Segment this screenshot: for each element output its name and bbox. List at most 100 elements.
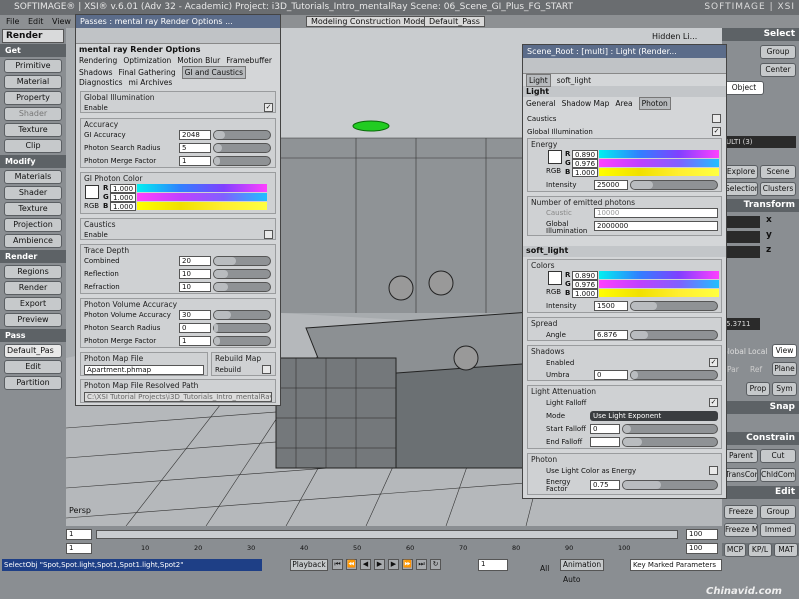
ref-button[interactable]: Ref — [750, 365, 762, 374]
immed-button[interactable]: Immed — [760, 523, 796, 537]
energy-factor-field[interactable]: 0.75 — [590, 480, 620, 490]
loop-icon[interactable]: ↻ — [430, 559, 441, 570]
energy-b-field[interactable]: 1.000 — [572, 168, 598, 177]
gi-photon-color-swatch[interactable] — [85, 185, 99, 199]
gi-photon-r-slider[interactable] — [137, 184, 267, 192]
render-render-button[interactable]: Render — [4, 281, 62, 295]
frame-field[interactable]: 1 — [478, 559, 508, 571]
tab-diagnostics[interactable]: Diagnostics — [79, 77, 123, 88]
next-frame-icon[interactable]: ▶ — [388, 559, 399, 570]
tab-soft-light[interactable]: soft_light — [557, 75, 591, 86]
command-line[interactable]: SelectObj "Spot,Spot.light,Spot1,Spot1.l… — [2, 559, 262, 571]
soft-r-field[interactable]: 0.890 — [572, 271, 598, 280]
soft-color-swatch[interactable] — [548, 271, 562, 285]
menu-file[interactable]: File — [6, 15, 19, 28]
caustic-count-field[interactable]: 10000 — [594, 208, 718, 218]
pva-merge-factor-slider[interactable] — [213, 336, 271, 346]
soft-intensity-field[interactable]: 1500 — [594, 301, 628, 311]
playback-menu[interactable]: Playback — [290, 559, 328, 571]
camera-label[interactable]: Persp — [69, 506, 91, 515]
selection-button[interactable]: Selection — [724, 182, 758, 196]
pass-edit-button[interactable]: Edit — [4, 360, 62, 374]
tab-framebuffer[interactable]: Framebuffer — [226, 55, 272, 66]
freeze-m-button[interactable]: Freeze M — [724, 523, 758, 537]
scale-x-field[interactable] — [724, 216, 760, 228]
reflection-slider[interactable] — [213, 269, 271, 279]
reflection-field[interactable]: 10 — [179, 269, 211, 279]
energy-g-field[interactable]: 0.976 — [572, 159, 598, 168]
rebuild-checkbox[interactable] — [262, 365, 271, 374]
tab-rendering[interactable]: Rendering — [79, 55, 117, 66]
tab-area[interactable]: Area — [615, 98, 632, 109]
gi-accuracy-slider[interactable] — [213, 130, 271, 140]
mat-button[interactable]: MAT — [774, 543, 798, 557]
gi-photon-g-slider[interactable] — [137, 193, 267, 201]
get-clip-button[interactable]: Clip — [4, 139, 62, 153]
par-button[interactable]: Par — [727, 365, 739, 374]
soft-g-field[interactable]: 0.976 — [572, 280, 598, 289]
transcomp-button[interactable]: TransComp — [724, 468, 758, 482]
light-falloff-checkbox[interactable]: ✓ — [709, 398, 718, 407]
gi-enable-checkbox[interactable]: ✓ — [264, 103, 273, 112]
tab-optimization[interactable]: Optimization — [123, 55, 171, 66]
soft-b-slider[interactable] — [599, 289, 719, 297]
falloff-mode-dropdown[interactable]: Use Light Exponent — [590, 411, 718, 421]
pass-selector[interactable]: Default_Pas — [4, 344, 62, 358]
play-icon[interactable]: ▶ — [374, 559, 385, 570]
first-frame-icon[interactable]: ⏮ — [332, 559, 343, 570]
passes-panel-title[interactable]: Passes : mental ray Render Options ... — [76, 15, 280, 28]
render-regions-button[interactable]: Regions — [4, 265, 62, 279]
multi-selection-field[interactable]: ULTI (3) — [724, 136, 796, 148]
end-falloff-slider[interactable] — [622, 437, 718, 447]
scale-y-field[interactable] — [724, 231, 760, 243]
parent-button[interactable]: Parent — [724, 449, 758, 463]
object-button[interactable]: Object — [724, 81, 764, 95]
timeline-end2-field[interactable]: 100 — [686, 543, 718, 554]
get-material-button[interactable]: Material — [4, 75, 62, 89]
local-tab[interactable]: Local — [748, 347, 767, 356]
energy-factor-slider[interactable] — [622, 480, 718, 490]
chldcomp-button[interactable]: ChldComp — [760, 468, 796, 482]
last-frame-icon[interactable]: ⏭ — [416, 559, 427, 570]
start-falloff-field[interactable]: 0 — [590, 424, 620, 434]
combined-slider[interactable] — [213, 256, 271, 266]
modify-shader-button[interactable]: Shader — [4, 186, 62, 200]
end-falloff-field[interactable] — [590, 437, 620, 447]
light-caustics-checkbox[interactable] — [712, 114, 721, 123]
view-tab[interactable]: View — [772, 344, 797, 358]
all-label[interactable]: All — [540, 564, 549, 573]
tab-shadow-map[interactable]: Shadow Map — [562, 98, 610, 109]
gi-photon-b-field[interactable]: 1.000 — [110, 202, 136, 211]
shadows-enabled-checkbox[interactable]: ✓ — [709, 358, 718, 367]
refraction-field[interactable]: 10 — [179, 282, 211, 292]
gi-photon-b-slider[interactable] — [137, 202, 267, 210]
get-shader-button[interactable]: Shader — [4, 107, 62, 121]
timeline[interactable]: 1 100 1 10 20 30 40 50 60 70 80 90 100 100 — [0, 526, 722, 556]
angle-slider[interactable] — [630, 330, 718, 340]
pass-partition-button[interactable]: Partition — [4, 376, 62, 390]
start-falloff-slider[interactable] — [622, 424, 718, 434]
energy-r-slider[interactable] — [599, 150, 719, 158]
menu-edit[interactable]: Edit — [28, 15, 44, 28]
get-primitive-button[interactable]: Primitive — [4, 59, 62, 73]
soft-r-slider[interactable] — [599, 271, 719, 279]
kpl-button[interactable]: KP/L — [748, 543, 772, 557]
timeline-track[interactable] — [96, 530, 678, 539]
tab-photon[interactable]: Photon — [638, 97, 671, 110]
light-panel-title[interactable]: Scene_Root : [multi] : Light (Render... — [523, 45, 726, 58]
scale-z-field[interactable] — [724, 246, 760, 258]
auto-key-button[interactable]: Auto — [563, 575, 580, 584]
umbra-field[interactable]: 0 — [594, 370, 628, 380]
pva-search-radius-slider[interactable] — [213, 323, 271, 333]
pva-search-radius-field[interactable]: 0 — [179, 323, 211, 333]
gi-accuracy-field[interactable]: 2048 — [179, 130, 211, 140]
refraction-slider[interactable] — [213, 282, 271, 292]
soft-b-field[interactable]: 1.000 — [572, 289, 598, 298]
energy-color-swatch[interactable] — [548, 150, 562, 164]
modify-materials-button[interactable]: Materials — [4, 170, 62, 184]
animation-menu[interactable]: Animation — [560, 559, 604, 571]
modify-ambience-button[interactable]: Ambience — [4, 234, 62, 248]
photon-search-radius-slider[interactable] — [213, 143, 271, 153]
timeline-end-field[interactable]: 100 — [686, 529, 718, 540]
pass-dropdown[interactable]: Default_Pass — [424, 16, 485, 27]
